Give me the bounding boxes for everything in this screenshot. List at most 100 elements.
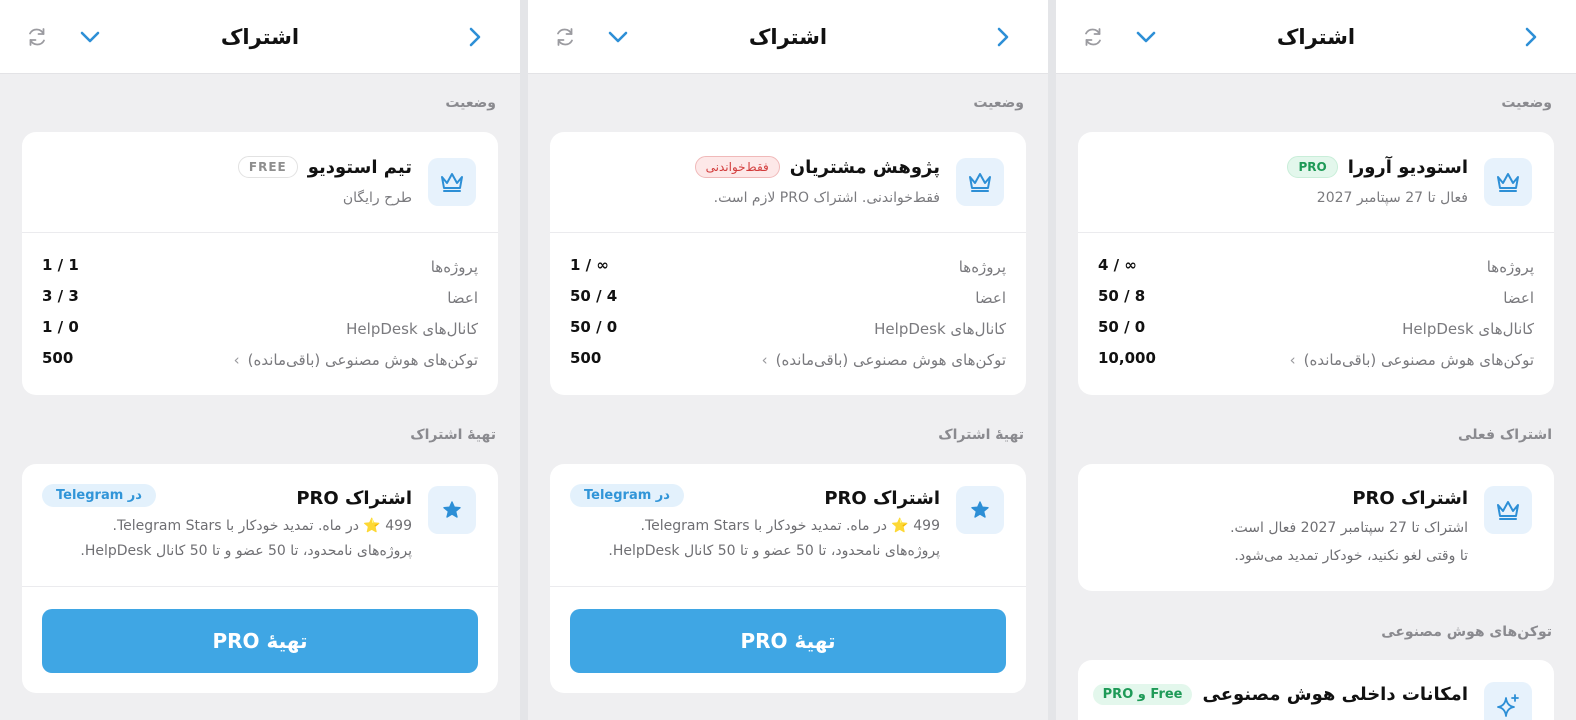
current-active-line: اشتراک تا 27 سپتامبر 2027 فعال است. [1230,520,1468,536]
chevron-left-icon: › [761,351,768,369]
usage-label: توکن‌های هوش مصنوعی (باقی‌مانده) › [234,351,478,369]
usage-value: 50 / 0 [570,318,618,336]
usage-value: 1 / 0 [42,318,79,336]
get-pro-button[interactable]: تهیهٔ PRO [42,609,478,673]
workspace-name: تیم استودیو [307,156,412,178]
usage-value: 50 / 4 [570,287,618,305]
section-label-offer: تهیهٔ اشتراک [938,427,1024,443]
usage-list: پروژه‌ها 1 / ∞ اعضا 50 / 4 کانال‌های Hel… [550,233,1026,376]
usage-label: پروژه‌ها [430,258,478,276]
usage-row-ai-tokens[interactable]: توکن‌های هوش مصنوعی (باقی‌مانده) › 500 [550,345,1026,376]
usage-value: 500 [570,349,602,367]
back-chevron-icon[interactable] [1516,22,1546,52]
ai-features-title: امکانات داخلی هوش مصنوعی [1202,684,1468,705]
top-bar: اشتراک [528,0,1048,74]
page-title: اشتراک [220,24,300,49]
usage-row-helpdesk: کانال‌های HelpDesk 50 / 0 [1078,314,1554,345]
offer-price-line: 499 ⭐ در ماه. تمدید خودکار با Telegram S… [640,518,940,534]
sparkle-icon [1484,682,1532,720]
usage-row-members: اعضا 3 / 3 [22,283,498,314]
crown-icon [1484,158,1532,206]
usage-row-ai-tokens[interactable]: توکن‌های هوش مصنوعی (باقی‌مانده) › 500 [22,345,498,376]
usage-row-helpdesk: کانال‌های HelpDesk 1 / 0 [22,314,498,345]
screen-pro: اشتراک وضعیت استودیو آرورا PRO فعال تا 2… [1056,0,1576,720]
workspace-head: پژوهش مشتریان فقط‌خواندنی فقط‌خواندنی. ا… [550,132,1026,232]
ai-features-card: امکانات داخلی هوش مصنوعی Free و PRO [1078,660,1554,720]
usage-label: اعضا [975,289,1006,307]
chevron-down-icon[interactable] [1131,22,1161,52]
usage-row-ai-tokens[interactable]: توکن‌های هوش مصنوعی (باقی‌مانده) › 10,000 [1078,345,1554,376]
current-title-row: اشتراک PRO [1352,488,1468,509]
usage-row-members: اعضا 50 / 8 [1078,283,1554,314]
offer-title: اشتراک PRO [296,488,412,509]
top-bar: اشتراک [1056,0,1576,74]
usage-label: اعضا [1503,289,1534,307]
refresh-icon[interactable] [22,22,52,52]
back-chevron-icon[interactable] [988,22,1018,52]
section-label-offer: تهیهٔ اشتراک [410,427,496,443]
usage-value: 3 / 3 [42,287,79,305]
usage-label: کانال‌های HelpDesk [874,320,1006,338]
workspace-subtitle: فقط‌خواندنی. اشتراک PRO لازم است. [713,190,940,206]
get-pro-button[interactable]: تهیهٔ PRO [570,609,1006,673]
workspace-name-row: پژوهش مشتریان فقط‌خواندنی [694,156,940,178]
usage-label: اعضا [447,289,478,307]
workspace-subtitle: فعال تا 27 سپتامبر 2027 [1316,190,1468,206]
usage-row-helpdesk: کانال‌های HelpDesk 50 / 0 [550,314,1026,345]
plan-badge: FREE [237,156,298,178]
chevron-down-icon[interactable] [75,22,105,52]
usage-label: پروژه‌ها [958,258,1006,276]
usage-value: 1 / 1 [42,256,79,274]
usage-label: توکن‌های هوش مصنوعی (باقی‌مانده) › [762,351,1006,369]
offer-features-line: پروژه‌های نامحدود، تا 50 عضو و تا 50 کان… [608,543,940,559]
refresh-icon[interactable] [1078,22,1108,52]
usage-label: پروژه‌ها [1486,258,1534,276]
offer-head: اشتراک PRO در Telegram 499 ⭐ در ماه. تمد… [550,464,1026,586]
crown-icon [956,158,1004,206]
telegram-badge: در Telegram [42,484,156,507]
workspace-head: استودیو آرورا PRO فعال تا 27 سپتامبر 202… [1078,132,1554,232]
section-label-status: وضعیت [445,95,496,111]
section-label-current: اشتراک فعلی [1458,427,1552,443]
usage-label: کانال‌های HelpDesk [1402,320,1534,338]
free-pro-badge: Free و PRO [1092,684,1193,705]
workspace-name-row: تیم استودیو FREE [237,156,412,178]
button-wrap: تهیهٔ PRO [550,587,1026,693]
workspace-name: پژوهش مشتریان [789,156,940,178]
star-icon [428,486,476,534]
crown-icon [428,158,476,206]
current-subscription-card: اشتراک PRO اشتراک تا 27 سپتامبر 2027 فعا… [1078,464,1554,591]
workspace-subtitle: طرح رایگان [342,190,412,206]
usage-list: پروژه‌ها 1 / 1 اعضا 3 / 3 کانال‌های Help… [22,233,498,376]
chevron-down-icon[interactable] [603,22,633,52]
ai-tokens-label: توکن‌های هوش مصنوعی (باقی‌مانده) [247,351,478,369]
section-label-ai-tokens: توکن‌های هوش مصنوعی [1381,624,1552,640]
usage-value: 50 / 0 [1098,318,1146,336]
current-title: اشتراک PRO [1352,488,1468,509]
telegram-badge: در Telegram [570,484,684,507]
screens: اشتراک وضعیت تیم استودیو FREE طرح رایگان [0,0,1576,720]
crown-icon [1484,486,1532,534]
offer-card: اشتراک PRO در Telegram 499 ⭐ در ماه. تمد… [22,464,498,693]
workspace-card: تیم استودیو FREE طرح رایگان پروژه‌ها 1 /… [22,132,498,395]
usage-list: پروژه‌ها 4 / ∞ اعضا 50 / 8 کانال‌های Hel… [1078,233,1554,376]
workspace-head: تیم استودیو FREE طرح رایگان [22,132,498,232]
offer-title-row: اشتراک PRO [824,488,940,509]
usage-value: 10,000 [1098,349,1156,367]
top-bar: اشتراک [0,0,520,74]
pro-badge: PRO [1287,156,1338,178]
ai-tokens-label: توکن‌های هوش مصنوعی (باقی‌مانده) [1303,351,1534,369]
usage-value: 1 / ∞ [570,256,609,274]
section-label-status: وضعیت [1501,95,1552,111]
screen-free: اشتراک وضعیت تیم استودیو FREE طرح رایگان [0,0,520,720]
usage-label: کانال‌های HelpDesk [346,320,478,338]
current-renew-line: تا وقتی لغو نکنید، خودکار تمدید می‌شود. [1234,548,1468,564]
refresh-icon[interactable] [550,22,580,52]
usage-row-projects: پروژه‌ها 1 / ∞ [550,252,1026,283]
usage-label: توکن‌های هوش مصنوعی (باقی‌مانده) › [1290,351,1534,369]
usage-value: 500 [42,349,74,367]
back-chevron-icon[interactable] [460,22,490,52]
section-label-status: وضعیت [973,95,1024,111]
usage-row-members: اعضا 50 / 4 [550,283,1026,314]
workspace-card: پژوهش مشتریان فقط‌خواندنی فقط‌خواندنی. ا… [550,132,1026,395]
